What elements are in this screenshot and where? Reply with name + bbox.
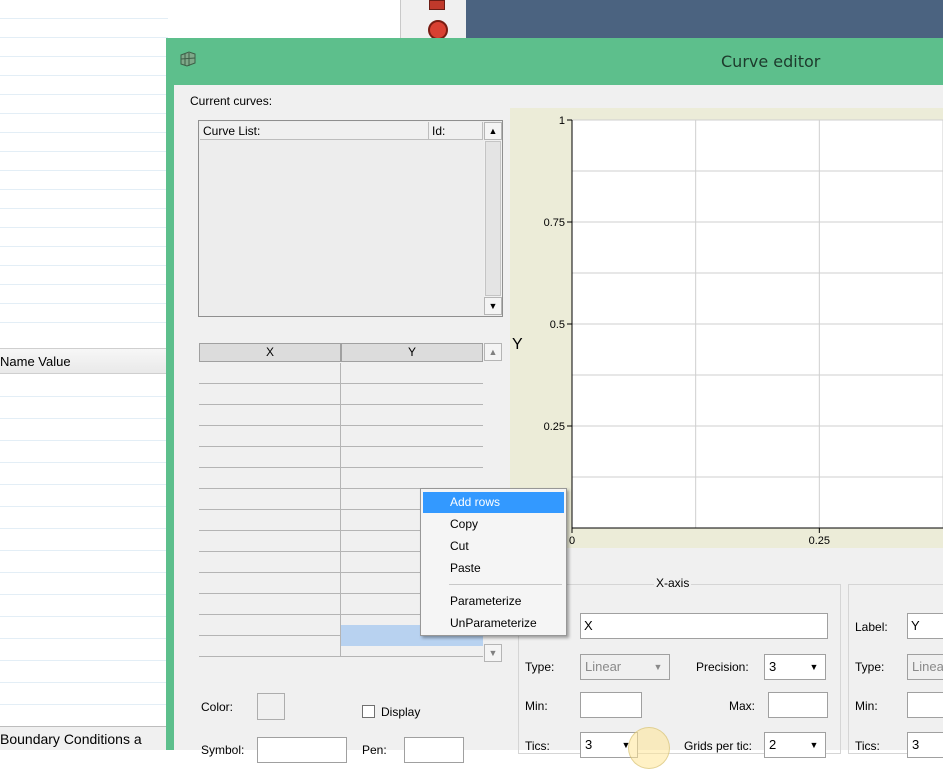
x-min-label: Min:	[525, 699, 548, 713]
x-tick-label: 0.25	[809, 535, 830, 547]
symbol-select[interactable]	[257, 737, 347, 763]
dialog-titlebar[interactable]: Curve editor	[166, 38, 943, 84]
mouse-cursor-highlight	[628, 727, 670, 769]
table-row[interactable]	[199, 447, 483, 468]
dialog-client-area: Current curves: Curve List: Id: ▲ ▼ X Y …	[174, 85, 943, 763]
x-cell[interactable]	[199, 615, 341, 636]
x-min-input[interactable]	[580, 692, 642, 718]
y-label-input[interactable]: Y	[907, 613, 943, 639]
table-context-menu: Add rows Copy Cut Paste Parameterize UnP…	[420, 488, 567, 636]
display-checkbox[interactable]	[362, 705, 375, 718]
x-max-label: Max:	[729, 699, 756, 713]
menu-item-cut[interactable]: Cut	[423, 536, 564, 557]
curve-list[interactable]: Curve List: Id: ▲ ▼	[198, 120, 503, 317]
y-tics-label: Tics:	[855, 739, 880, 753]
y-column-header[interactable]: Y	[341, 343, 483, 362]
table-row[interactable]	[199, 363, 483, 384]
color-swatch-button[interactable]	[257, 693, 285, 720]
scroll-up-button[interactable]: ▲	[484, 343, 502, 361]
viewport-background	[466, 0, 943, 40]
scroll-up-button[interactable]: ▲	[484, 122, 502, 140]
x-cell[interactable]	[199, 384, 341, 405]
menu-item-add-rows[interactable]: Add rows	[423, 492, 564, 513]
x-cell[interactable]	[199, 468, 341, 489]
chevron-down-icon: ▼	[653, 662, 663, 672]
current-curves-label: Current curves:	[190, 94, 273, 108]
menu-item-paste[interactable]: Paste	[423, 558, 564, 579]
scroll-down-button[interactable]: ▼	[484, 297, 502, 315]
x-precision-label: Precision:	[696, 660, 749, 674]
table-row[interactable]	[199, 384, 483, 405]
app-icon	[179, 51, 197, 67]
x-cell[interactable]	[199, 636, 341, 657]
y-axis-title: Y	[512, 336, 523, 353]
side-toolbar	[400, 0, 466, 40]
x-cell[interactable]	[199, 573, 341, 594]
x-precision-value: 3	[769, 659, 777, 674]
curve-plot[interactable]: 0.25 0.5 0.75 1 0 0.25	[510, 108, 943, 548]
y-type-label: Type:	[855, 660, 885, 674]
table-row[interactable]	[199, 468, 483, 489]
id-column-header[interactable]: Id:	[429, 122, 483, 140]
boundary-conditions-tab[interactable]: Boundary Conditions a	[0, 726, 168, 750]
x-tics-label: Tics:	[525, 739, 550, 753]
pen-label: Pen:	[362, 743, 387, 757]
x-tick-label: 0	[569, 535, 575, 547]
chevron-down-icon: ▼	[809, 740, 819, 750]
menu-item-copy[interactable]: Copy	[423, 514, 564, 535]
menu-item-unparameterize[interactable]: UnParameterize	[423, 613, 564, 634]
x-grids-select[interactable]: 2 ▼	[764, 732, 826, 758]
x-axis-group-title: X-axis	[654, 576, 692, 590]
curve-list-scrollbar[interactable]: ▲ ▼	[484, 122, 502, 315]
x-cell[interactable]	[199, 510, 341, 531]
x-cell[interactable]	[199, 552, 341, 573]
x-cell[interactable]	[199, 426, 341, 447]
x-type-select[interactable]: Linear ▼	[580, 654, 670, 680]
globe-tool-icon[interactable]	[428, 20, 448, 40]
scroll-thumb[interactable]	[485, 141, 501, 296]
mesh-tool-icon[interactable]	[429, 0, 445, 10]
curve-editor-dialog: Curve editor Current curves: Curve List:…	[166, 38, 943, 763]
menu-separator	[449, 584, 562, 585]
x-cell[interactable]	[199, 489, 341, 510]
display-label: Display	[381, 705, 421, 719]
y-min-label: Min:	[855, 699, 878, 713]
x-cell[interactable]	[199, 594, 341, 615]
table-row[interactable]	[199, 405, 483, 426]
x-cell[interactable]	[199, 363, 341, 384]
x-precision-select[interactable]: 3 ▼	[764, 654, 826, 680]
table-row[interactable]	[199, 426, 483, 447]
y-type-value: Linea	[912, 659, 943, 674]
pen-select[interactable]	[404, 737, 464, 763]
y-label-label: Label:	[855, 620, 888, 634]
x-cell[interactable]	[199, 405, 341, 426]
x-max-input[interactable]	[768, 692, 828, 718]
menu-item-parameterize[interactable]: Parameterize	[423, 591, 564, 612]
y-tick-label: 0.5	[550, 319, 565, 331]
curve-list-column-header[interactable]: Curve List:	[200, 122, 429, 140]
y-tics-select[interactable]: 3	[907, 732, 943, 758]
y-tick-label: 1	[559, 115, 565, 127]
x-cell[interactable]	[199, 531, 341, 552]
x-cell[interactable]	[199, 447, 341, 468]
symbol-label: Symbol:	[201, 743, 245, 757]
x-column-header[interactable]: X	[199, 343, 341, 362]
y-tick-label: 0.25	[544, 421, 565, 433]
x-type-label: Type:	[525, 660, 555, 674]
y-tick-label: 0.75	[544, 217, 565, 229]
curve-list-header: Curve List: Id:	[200, 122, 483, 140]
x-grids-label: Grids per tic:	[684, 739, 753, 753]
scroll-down-button[interactable]: ▼	[484, 644, 502, 662]
x-type-value: Linear	[585, 659, 622, 674]
y-type-select[interactable]: Linea	[907, 654, 943, 680]
chevron-down-icon: ▼	[809, 662, 819, 672]
plot-canvas: 0.25 0.5 0.75 1 0 0.25	[544, 115, 943, 547]
y-min-input[interactable]	[907, 692, 943, 718]
dialog-title: Curve editor	[721, 52, 821, 71]
color-label: Color:	[201, 700, 234, 714]
x-label-input[interactable]: X	[580, 613, 828, 639]
property-table-header: Name Value	[0, 348, 168, 374]
